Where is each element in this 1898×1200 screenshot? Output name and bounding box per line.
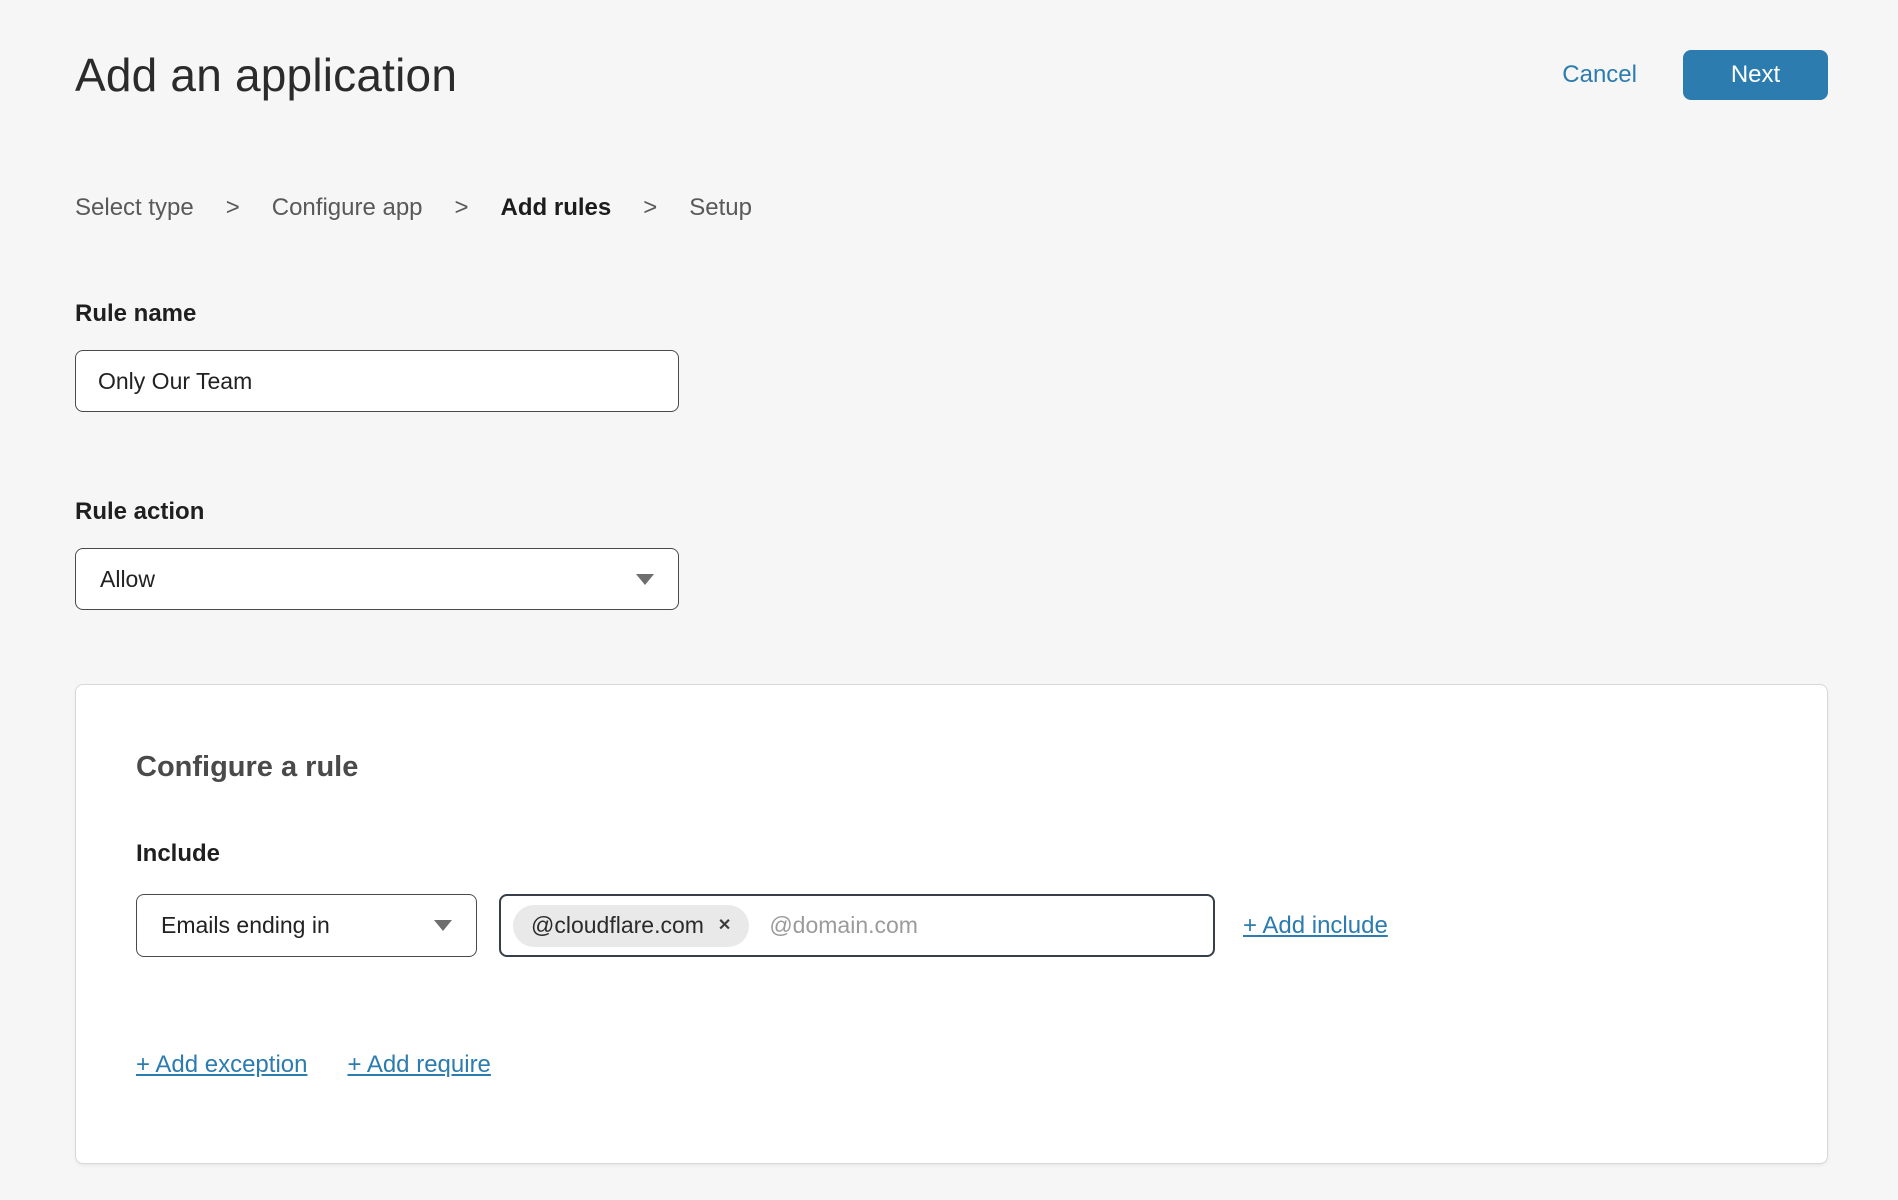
rule-action-selected-value: Allow — [100, 566, 155, 593]
breadcrumb-step-select-type[interactable]: Select type — [75, 194, 194, 222]
email-domain-tag: @cloudflare.com ✕ — [513, 905, 749, 947]
add-application-page: Add an application Cancel Next Select ty… — [0, 0, 1898, 1164]
chevron-down-icon — [434, 920, 452, 931]
breadcrumb-step-add-rules: Add rules — [501, 194, 612, 222]
include-value-tag-input[interactable]: @cloudflare.com ✕ — [499, 894, 1215, 957]
rule-name-label: Rule name — [75, 300, 1828, 328]
rule-name-input[interactable] — [75, 350, 679, 412]
breadcrumb-separator: > — [455, 194, 469, 222]
chevron-down-icon — [636, 574, 654, 585]
add-require-link[interactable]: + Add require — [347, 1051, 490, 1079]
breadcrumb-step-setup[interactable]: Setup — [689, 194, 752, 222]
page-header: Add an application Cancel Next — [75, 0, 1828, 102]
remove-tag-icon[interactable]: ✕ — [718, 918, 731, 934]
include-selector-select[interactable]: Emails ending in — [136, 894, 477, 957]
include-selector-value: Emails ending in — [161, 912, 330, 939]
configure-rule-title: Configure a rule — [136, 751, 1767, 784]
rule-action-field: Rule action Allow — [75, 498, 1828, 610]
header-actions: Cancel Next — [1562, 50, 1828, 100]
page-title: Add an application — [75, 48, 457, 102]
include-rule-row: Emails ending in @cloudflare.com ✕ + Add… — [136, 894, 1767, 957]
rule-name-field: Rule name — [75, 300, 1828, 412]
breadcrumb-step-configure-app[interactable]: Configure app — [272, 194, 423, 222]
rule-action-select[interactable]: Allow — [75, 548, 679, 610]
breadcrumb: Select type > Configure app > Add rules … — [75, 194, 1828, 222]
breadcrumb-separator: > — [226, 194, 240, 222]
domain-entry-input[interactable] — [767, 911, 1201, 940]
cancel-button[interactable]: Cancel — [1562, 61, 1637, 89]
configure-rule-card: Configure a rule Include Emails ending i… — [75, 684, 1828, 1164]
rule-links-row: + Add exception + Add require — [136, 1051, 1767, 1079]
rule-action-label: Rule action — [75, 498, 1828, 526]
next-button[interactable]: Next — [1683, 50, 1828, 100]
include-label: Include — [136, 840, 1767, 868]
email-domain-tag-label: @cloudflare.com — [531, 912, 704, 939]
add-include-link[interactable]: + Add include — [1243, 912, 1388, 940]
breadcrumb-separator: > — [643, 194, 657, 222]
add-exception-link[interactable]: + Add exception — [136, 1051, 307, 1079]
